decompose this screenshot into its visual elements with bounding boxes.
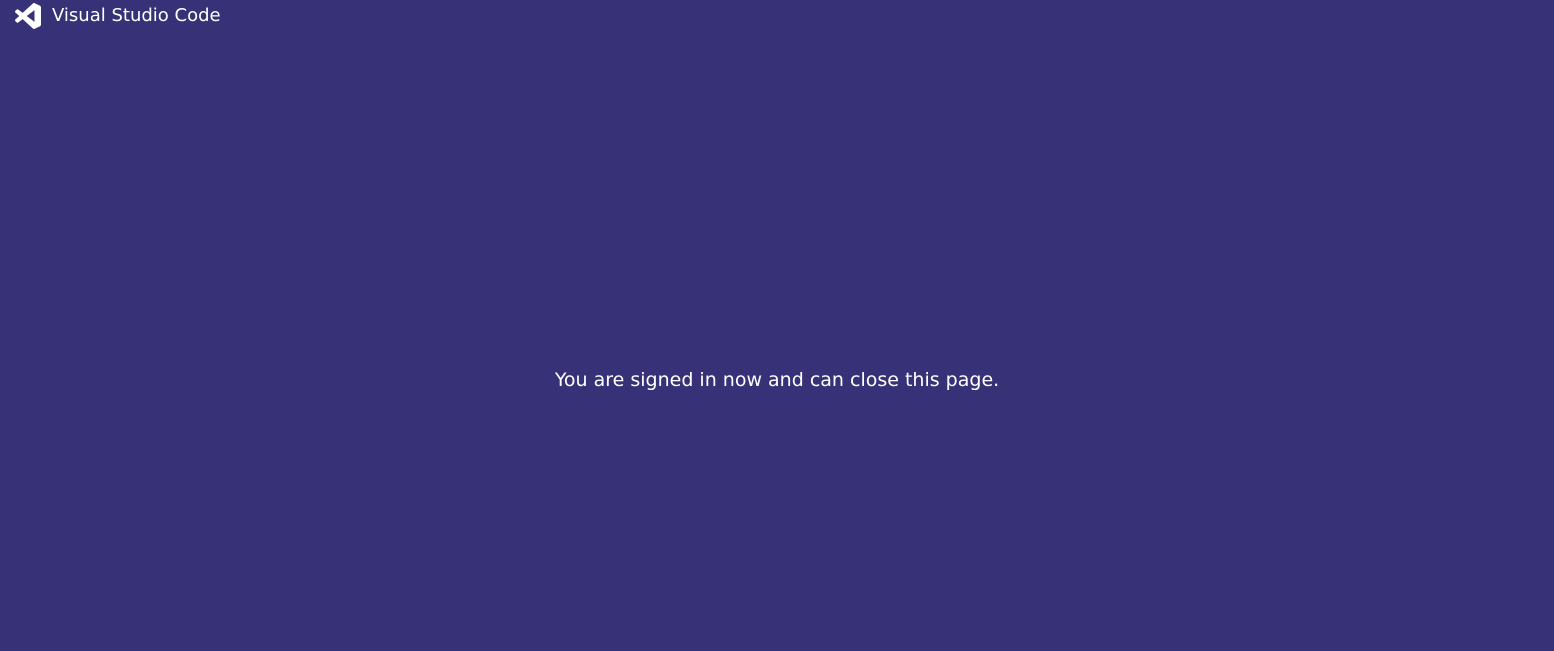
app-header: Visual Studio Code bbox=[15, 3, 221, 29]
app-title: Visual Studio Code bbox=[52, 5, 221, 26]
signed-in-message: You are signed in now and can close this… bbox=[554, 369, 1000, 391]
vscode-logo-icon bbox=[15, 3, 41, 29]
